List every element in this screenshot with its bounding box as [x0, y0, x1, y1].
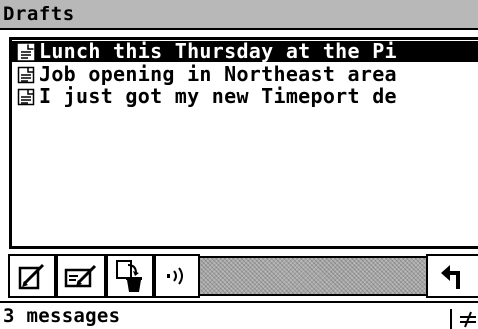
status-divider [450, 309, 452, 329]
message-subject: Job opening in Northeast area [39, 62, 397, 86]
document-icon [17, 88, 35, 105]
message-subject: Lunch this Thursday at the Pi [39, 39, 397, 63]
list-item[interactable]: Lunch this Thursday at the Pi [12, 41, 478, 62]
title-bar: Drafts [0, 0, 478, 30]
back-arrow-icon [441, 265, 460, 289]
list-item[interactable]: Job opening in Northeast area [12, 64, 478, 85]
compose-button[interactable] [8, 254, 56, 298]
signal-icon [460, 311, 476, 328]
trash-icon [116, 260, 142, 292]
status-bar: 3 messages [0, 301, 478, 329]
delete-button[interactable] [106, 254, 154, 298]
compose-icon [18, 263, 45, 290]
document-icon [17, 43, 35, 60]
reply-button[interactable] [56, 254, 106, 298]
message-count: 3 messages [3, 305, 121, 327]
window-title: Drafts [3, 3, 75, 25]
message-subject: I just got my new Timeport de [39, 84, 397, 108]
edit-envelope-icon [64, 264, 97, 288]
back-button[interactable] [426, 254, 478, 298]
document-icon [17, 66, 35, 83]
speaker-button[interactable] [154, 254, 200, 298]
toolbar [0, 251, 478, 301]
sound-waves-icon [167, 267, 183, 285]
list-item[interactable]: I just got my new Timeport de [12, 86, 478, 107]
toolbar-filler [200, 256, 426, 296]
message-list[interactable]: Lunch this Thursday at the Pi Job openin… [9, 37, 478, 249]
